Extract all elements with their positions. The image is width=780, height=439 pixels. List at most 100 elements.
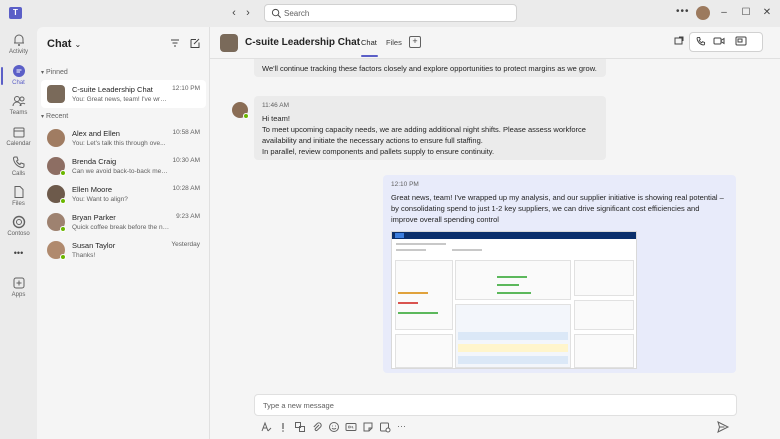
- screenshot-panel: [395, 260, 453, 330]
- chat-preview: Thanks!: [72, 252, 96, 259]
- chat-name: Ellen Moore: [72, 185, 113, 194]
- chat-name: Susan Taylor: [72, 241, 116, 250]
- screenshot-decor: [458, 332, 568, 340]
- phone-icon: [12, 156, 24, 169]
- contoso-icon: [12, 215, 25, 229]
- more-options-icon[interactable]: •••: [676, 6, 690, 17]
- more-tools-icon[interactable]: ···: [397, 421, 409, 433]
- chat-preview: You: Want to align?: [72, 196, 128, 203]
- screenshot-panel: [574, 300, 634, 330]
- screenshot-panel: [574, 334, 634, 368]
- rail-item-more[interactable]: •••: [0, 248, 37, 262]
- chat-time: 9:23 AM: [176, 213, 200, 220]
- schedule-meeting-icon[interactable]: [379, 421, 391, 433]
- rail-item-apps[interactable]: Apps: [0, 276, 37, 306]
- chat-preview: Quick coffee break before the ne...: [72, 224, 170, 231]
- chat-time: 12:10 PM: [172, 85, 200, 92]
- chat-item-susan-taylor[interactable]: Susan Taylor Thanks! Yesterday: [41, 236, 206, 264]
- minimize-icon[interactable]: –: [717, 6, 731, 20]
- chat-item-brenda-craig[interactable]: Brenda Craig Can we avoid back-to-back m…: [41, 152, 206, 180]
- pop-out-button[interactable]: [670, 34, 688, 50]
- screenshot-decor: [398, 292, 428, 294]
- screenshot-logo: [395, 233, 404, 238]
- rail-label: Apps: [11, 292, 26, 298]
- new-chat-icon[interactable]: [189, 37, 201, 49]
- add-tab-icon[interactable]: +: [409, 36, 421, 48]
- rail-label: Calendar: [6, 141, 31, 147]
- apps-icon: [13, 277, 24, 289]
- chat-list-pane: Chat ⌄ ▾ Pinned C-suite Leadership Chat Yo…: [37, 27, 210, 439]
- screenshot-decor: [398, 302, 418, 304]
- presence-available-icon: [60, 170, 66, 176]
- send-icon[interactable]: [716, 420, 730, 434]
- sticker-icon[interactable]: [362, 421, 374, 433]
- chat-icon: [12, 65, 25, 77]
- emoji-icon[interactable]: [328, 421, 340, 433]
- section-pinned[interactable]: ▾ Pinned: [41, 69, 68, 76]
- section-recent[interactable]: ▾ Recent: [41, 113, 68, 120]
- teams-logo-icon: T: [9, 7, 22, 19]
- rail-item-calls[interactable]: Calls: [0, 155, 37, 185]
- phone-icon: [696, 36, 706, 46]
- message-line: improve overall spending control: [391, 215, 499, 224]
- chat-name: Alex and Ellen: [72, 129, 120, 138]
- section-label: Recent: [46, 113, 69, 120]
- rail-item-calendar[interactable]: Calendar: [0, 125, 37, 155]
- attach-icon[interactable]: [311, 421, 323, 433]
- caret-down-icon: ▾: [41, 70, 45, 76]
- search-input[interactable]: Search: [264, 4, 517, 22]
- tab-files[interactable]: Files: [386, 38, 402, 47]
- chevron-down-icon: ⌄: [74, 40, 82, 49]
- format-icon[interactable]: [260, 421, 272, 433]
- message-line: Hi team!: [262, 114, 290, 123]
- chat-item-alex-ellen[interactable]: Alex and Ellen You: Let's talk this thro…: [41, 124, 206, 152]
- screenshot-panel: [574, 260, 634, 296]
- sender-avatar[interactable]: [232, 102, 249, 119]
- filter-icon[interactable]: [169, 37, 181, 49]
- title-bar: T ‹ › Search ••• – ☐ ✕: [0, 0, 780, 27]
- message-line: by consolidating spend to just 1-2 key s…: [391, 204, 700, 213]
- chat-item-c-suite[interactable]: C-suite Leadership Chat You: Great news,…: [41, 80, 206, 108]
- share-screen-button[interactable]: [732, 34, 750, 50]
- rail-label: Teams: [9, 110, 28, 116]
- teams-icon: [12, 96, 25, 107]
- chat-list-title[interactable]: Chat ⌄: [47, 38, 81, 50]
- message-time: 12:10 PM: [391, 181, 419, 188]
- chat-list-title-text: Chat: [47, 38, 72, 50]
- close-icon[interactable]: ✕: [760, 6, 774, 20]
- rail-item-files[interactable]: Files: [0, 185, 37, 215]
- chat-time: 10:30 AM: [172, 157, 200, 164]
- tab-chat[interactable]: Chat: [361, 38, 377, 47]
- more-icon: •••: [13, 248, 24, 258]
- loop-icon[interactable]: [294, 421, 306, 433]
- back-arrow-icon[interactable]: ‹: [227, 6, 241, 20]
- message-compose-input[interactable]: Type a new message: [254, 394, 737, 416]
- rail-label: Files: [12, 201, 25, 207]
- priority-icon[interactable]: [277, 421, 289, 433]
- chat-preview: You: Let's talk this through ove...: [72, 140, 166, 147]
- video-call-button[interactable]: [710, 34, 728, 50]
- chat-item-bryan-parker[interactable]: Bryan Parker Quick coffee break before t…: [41, 208, 206, 236]
- message-line: In parallel, review components and palle…: [262, 147, 495, 156]
- forward-arrow-icon[interactable]: ›: [241, 6, 255, 20]
- calendar-icon: [13, 127, 24, 138]
- attached-screenshot-image[interactable]: [391, 231, 637, 369]
- screenshot-panel: [395, 334, 453, 368]
- rail-item-activity[interactable]: Activity: [0, 33, 37, 63]
- rail-item-contoso[interactable]: Contoso: [0, 215, 37, 245]
- chat-time: 10:28 AM: [172, 185, 200, 192]
- audio-call-button[interactable]: [692, 34, 710, 50]
- chat-name: Brenda Craig: [72, 157, 117, 166]
- user-avatar[interactable]: [696, 6, 710, 20]
- maximize-icon[interactable]: ☐: [739, 6, 753, 20]
- message-bubble: 11:46 AM Hi team! To meet upcoming capac…: [254, 96, 606, 160]
- tab-active-underline: [361, 55, 378, 57]
- chat-time: 10:58 AM: [172, 129, 200, 136]
- gif-icon[interactable]: [345, 421, 357, 433]
- rail-item-teams[interactable]: Teams: [0, 94, 37, 124]
- chat-item-ellen-moore[interactable]: Ellen Moore You: Want to align? 10:28 AM: [41, 180, 206, 208]
- rail-item-chat[interactable]: Chat: [0, 64, 37, 94]
- screenshot-decor: [452, 249, 482, 251]
- message-time: 11:46 AM: [262, 102, 289, 109]
- my-message-bubble: 12:10 PM Great news, team! I've wrapped …: [383, 175, 736, 373]
